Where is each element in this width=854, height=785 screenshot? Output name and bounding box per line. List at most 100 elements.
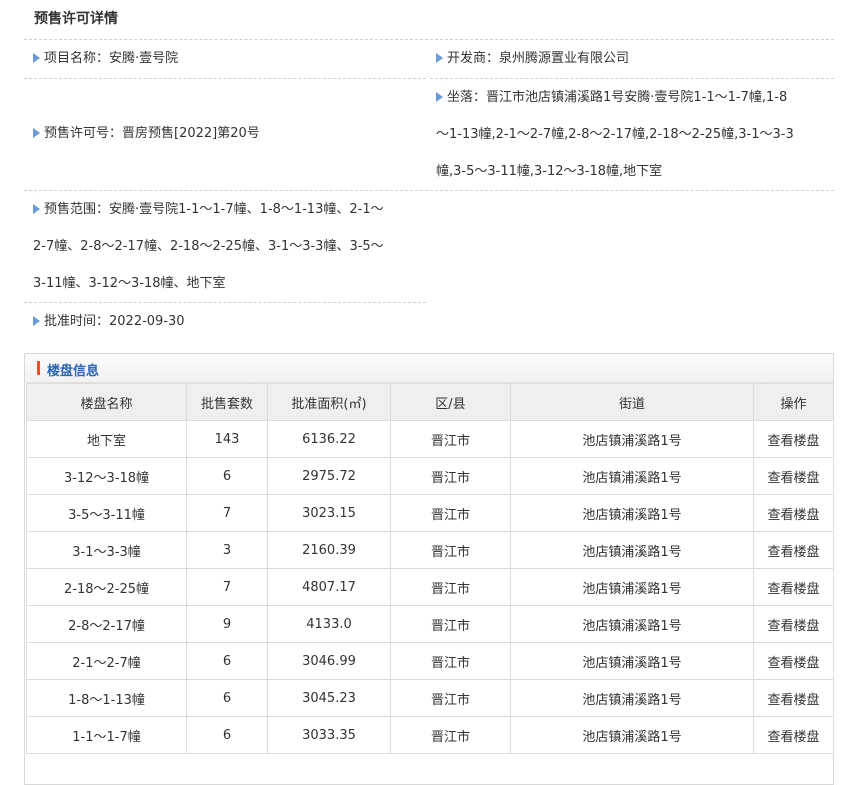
project-name-label: 项目名称： (44, 51, 110, 66)
building-table: 楼盘名称 批售套数 批准面积(㎡) 区/县 街道 操作 地下室 143 6136.22 晋江市池… (26, 383, 834, 754)
district-cell: 晋江市 (390, 605, 511, 643)
street-cell: 池店镇浦溪路1号 (510, 494, 754, 532)
triangle-arrow-icon (436, 92, 443, 102)
divider (24, 78, 426, 79)
area-cell: 4807.17 (267, 568, 391, 606)
triangle-arrow-icon (436, 53, 443, 63)
table-row: 地下室 143 6136.22 晋江市 池店镇浦溪路1号 查看楼盘 (26, 420, 834, 458)
units-cell: 6 (186, 642, 268, 680)
units-header: 批售套数 (186, 383, 268, 421)
district-cell: 晋江市 (390, 679, 511, 717)
district-cell: 晋江市 (390, 716, 511, 754)
area-cell: 3046.99 (267, 642, 391, 680)
street-cell: 池店镇浦溪路1号 (510, 642, 754, 680)
building-name-header: 楼盘名称 (26, 383, 187, 421)
project-name-value: 安腾·壹号院 (109, 51, 179, 66)
units-cell: 7 (186, 494, 268, 532)
table-row: 3-5～3-11幢 7 3023.15 晋江市 池店镇浦溪路1号 查看楼盘 (26, 494, 834, 532)
units-cell: 143 (186, 420, 268, 458)
units-cell: 7 (186, 568, 268, 606)
view-building-link[interactable]: 查看楼盘 (753, 531, 834, 569)
page-title: 预售许可详情 (34, 11, 118, 27)
location-line-3: 幢,3-5～3-11幢,3-12～3-18幢,地下室 (436, 164, 663, 179)
view-building-link[interactable]: 查看楼盘 (753, 420, 834, 458)
view-building-link[interactable]: 查看楼盘 (753, 605, 834, 643)
building-name-cell: 3-12～3-18幢 (26, 457, 187, 495)
street-cell: 池店镇浦溪路1号 (510, 605, 754, 643)
presale-scope-label: 预售范围： (44, 202, 110, 217)
units-cell: 3 (186, 531, 268, 569)
street-cell: 池店镇浦溪路1号 (510, 531, 754, 569)
table-row: 2-8～2-17幢 9 4133.0 晋江市 池店镇浦溪路1号 查看楼盘 (26, 605, 834, 643)
view-building-link[interactable]: 查看楼盘 (753, 457, 834, 495)
building-name-cell: 2-18～2-25幢 (26, 568, 187, 606)
area-cell: 6136.22 (267, 420, 391, 458)
area-header: 批准面积(㎡) (267, 383, 391, 421)
street-cell: 池店镇浦溪路1号 (510, 679, 754, 717)
table-row: 3-1～3-3幢 3 2160.39 晋江市 池店镇浦溪路1号 查看楼盘 (26, 531, 834, 569)
triangle-arrow-icon (33, 316, 40, 326)
approval-time-field: 批准时间：2022-09-30 (33, 303, 185, 341)
view-building-link[interactable]: 查看楼盘 (753, 716, 834, 754)
triangle-arrow-icon (33, 53, 40, 63)
location-field: 坐落：晋江市池店镇浦溪路1号安腾·壹号院1-1～1-7幢,1-8 ～1-13幢,… (436, 79, 834, 190)
location-label: 坐落： (447, 90, 487, 105)
table-row: 1-8～1-13幢 6 3045.23 晋江市 池店镇浦溪路1号 查看楼盘 (26, 679, 834, 717)
district-cell: 晋江市 (390, 420, 511, 458)
area-cell: 2160.39 (267, 531, 391, 569)
street-cell: 池店镇浦溪路1号 (510, 716, 754, 754)
presale-scope-field: 预售范围：安腾·壹号院1-1～1-7幢、1-8～1-13幢、2-1～ 2-7幢、… (33, 191, 428, 302)
location-line-2: ～1-13幢,2-1～2-7幢,2-8～2-17幢,2-18～2-25幢,3-1… (436, 127, 794, 142)
permit-no-label: 预售许可号： (44, 126, 123, 141)
street-cell: 池店镇浦溪路1号 (510, 420, 754, 458)
building-name-cell: 2-1～2-7幢 (26, 642, 187, 680)
panel-header: 楼盘信息 (25, 354, 833, 383)
table-row: 2-1～2-7幢 6 3046.99 晋江市 池店镇浦溪路1号 查看楼盘 (26, 642, 834, 680)
district-header: 区/县 (390, 383, 511, 421)
table-row: 1-1～1-7幢 6 3033.35 晋江市 池店镇浦溪路1号 查看楼盘 (26, 716, 834, 754)
table-body: 地下室 143 6136.22 晋江市 池店镇浦溪路1号 查看楼盘 3-12～3-18幢 6 2… (26, 420, 834, 754)
view-building-link[interactable]: 查看楼盘 (753, 642, 834, 680)
building-name-cell: 1-8～1-13幢 (26, 679, 187, 717)
table-header-row: 楼盘名称 批售套数 批准面积(㎡) 区/县 街道 操作 (26, 383, 834, 421)
units-cell: 9 (186, 605, 268, 643)
street-cell: 池店镇浦溪路1号 (510, 457, 754, 495)
district-cell: 晋江市 (390, 642, 511, 680)
triangle-arrow-icon (33, 204, 40, 214)
units-cell: 6 (186, 716, 268, 754)
building-name-cell: 地下室 (26, 420, 187, 458)
developer-label: 开发商： (447, 51, 500, 66)
building-name-cell: 1-1～1-7幢 (26, 716, 187, 754)
area-cell: 3033.35 (267, 716, 391, 754)
building-name-cell: 2-8～2-17幢 (26, 605, 187, 643)
triangle-arrow-icon (33, 128, 40, 138)
area-cell: 4133.0 (267, 605, 391, 643)
view-building-link[interactable]: 查看楼盘 (753, 494, 834, 532)
district-cell: 晋江市 (390, 568, 511, 606)
district-cell: 晋江市 (390, 494, 511, 532)
units-cell: 6 (186, 679, 268, 717)
district-cell: 晋江市 (390, 457, 511, 495)
developer-field: 开发商：泉州腾源置业有限公司 (436, 40, 629, 78)
developer-value: 泉州腾源置业有限公司 (499, 51, 630, 66)
approval-time-value: 2022-09-30 (109, 314, 185, 329)
area-cell: 3045.23 (267, 679, 391, 717)
project-name-field: 项目名称：安腾·壹号院 (33, 40, 178, 78)
permit-no-value: 晋房预售[2022]第20号 (122, 126, 260, 141)
accent-bar-icon (37, 361, 40, 375)
table-row: 2-18～2-25幢 7 4807.17 晋江市 池店镇浦溪路1号 查看楼盘 (26, 568, 834, 606)
approval-time-label: 批准时间： (44, 314, 110, 329)
units-cell: 6 (186, 457, 268, 495)
street-cell: 池店镇浦溪路1号 (510, 568, 754, 606)
view-building-link[interactable]: 查看楼盘 (753, 679, 834, 717)
street-header: 街道 (510, 383, 754, 421)
view-building-link[interactable]: 查看楼盘 (753, 568, 834, 606)
presale-scope-line-2: 2-7幢、2-8～2-17幢、2-18～2-25幢、3-1～3-3幢、3-5～ (33, 239, 384, 254)
building-info-panel: 楼盘信息 楼盘名称 批售套数 批准面积(㎡) 区/县 街道 操作 地下室 143 6136.2… (24, 353, 834, 785)
area-cell: 3023.15 (267, 494, 391, 532)
permit-no-field: 预售许可号：晋房预售[2022]第20号 (33, 115, 260, 153)
presale-scope-line-1: 安腾·壹号院1-1～1-7幢、1-8～1-13幢、2-1～ (109, 202, 384, 217)
building-name-cell: 3-1～3-3幢 (26, 531, 187, 569)
district-cell: 晋江市 (390, 531, 511, 569)
location-line-1: 晋江市池店镇浦溪路1号安腾·壹号院1-1～1-7幢,1-8 (486, 90, 788, 105)
